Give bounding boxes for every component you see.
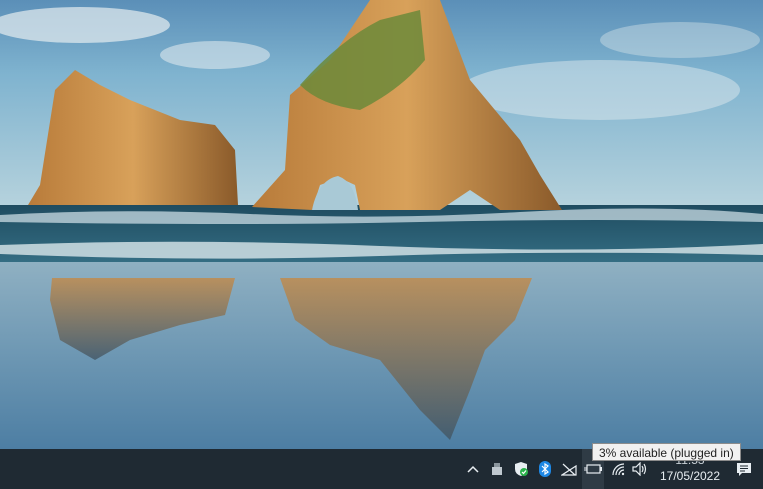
desktop-wallpaper [0,0,763,449]
wallpaper-image [0,0,763,449]
security-shield-icon[interactable] [511,449,531,489]
usb-drive-icon[interactable] [488,449,506,489]
bluetooth-icon[interactable] [536,449,554,489]
battery-tooltip: 3% available (plugged in) [592,443,741,461]
chevron-up-icon[interactable] [464,449,482,489]
clock-date: 17/05/2022 [659,469,721,483]
no-network-icon[interactable] [559,449,579,489]
